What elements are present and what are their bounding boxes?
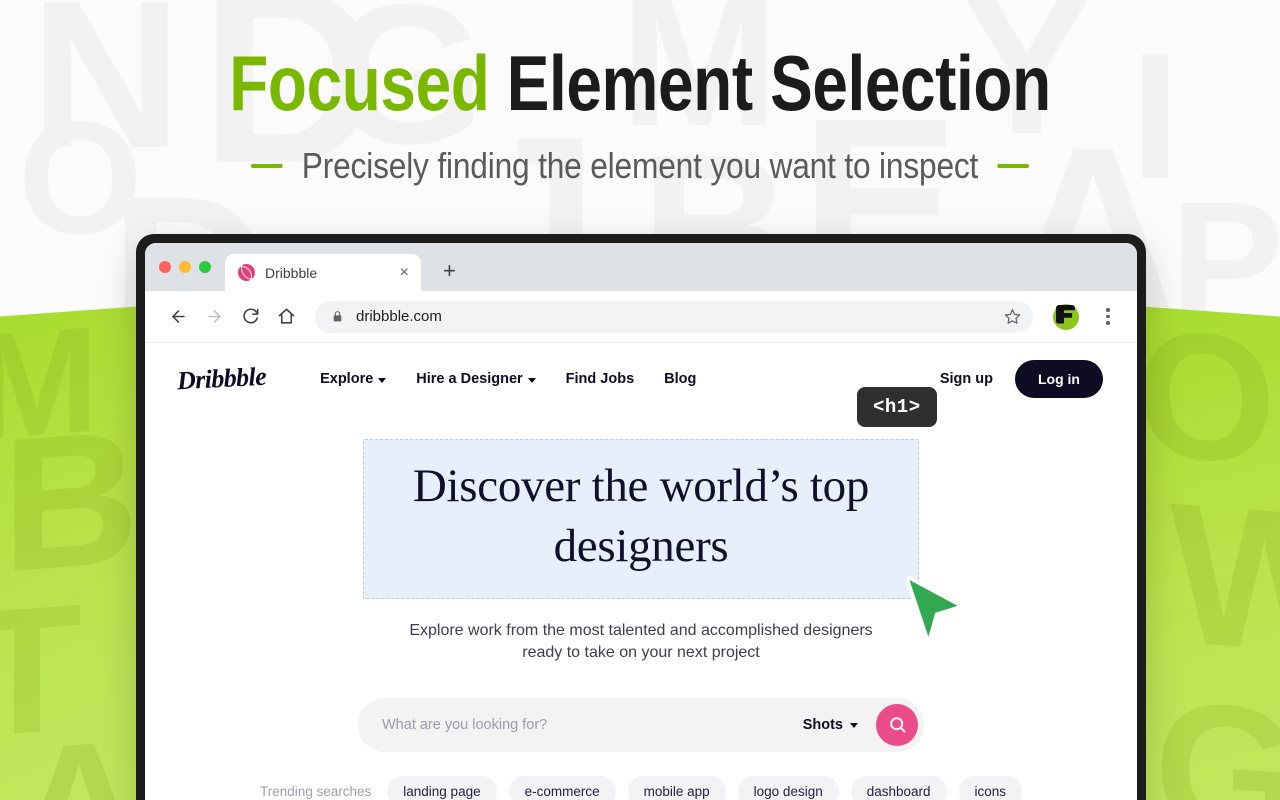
selected-element-highlight[interactable]: Discover the world’s top designers [363,439,962,641]
kebab-menu-icon[interactable] [1095,302,1121,332]
site-search-bar[interactable]: What are you looking for? Shots [358,697,924,752]
green-panel-right: O W G [1136,292,1280,800]
trending-chip[interactable]: icons [958,775,1023,800]
promo-subtitle: Precisely finding the element you want t… [301,145,979,186]
nav-label: Hire a Designer [416,371,523,387]
chevron-down-icon [378,377,387,383]
inspector-tag-badge: <h1> [857,387,937,427]
nav-item-blog[interactable]: Blog [664,371,696,387]
maximize-window-button[interactable] [199,261,211,273]
trending-chip[interactable]: mobile app [627,775,726,800]
star-icon[interactable] [1004,308,1021,325]
forward-arrow-icon[interactable] [199,302,229,332]
window-controls[interactable] [159,243,225,291]
search-submit-button[interactable] [876,703,918,746]
close-window-button[interactable] [159,261,171,273]
tab-title: Dribbble [265,264,318,281]
dribbble-ball-icon [238,264,255,281]
promo-subtitle-row: Precisely finding the element you want t… [77,145,1203,187]
minimize-window-button[interactable] [179,261,191,273]
search-input[interactable]: What are you looking for? [382,717,793,733]
panel-watermark: O [1136,291,1277,504]
new-tab-button[interactable]: + [443,260,456,282]
trending-chip[interactable]: e-commerce [508,775,616,800]
page-headline: Discover the world’s top designers [412,460,870,573]
lede-line-1: Explore work from the most talented and … [409,622,873,640]
site-nav-links: Explore Hire a Designer Find Jobs Blog [320,371,696,387]
trending-chip[interactable]: dashboard [850,775,947,800]
browser-window: Dribbble × + dribbble.com Dribbble Explo… [136,234,1146,800]
nav-item-find-jobs[interactable]: Find Jobs [566,371,634,387]
promo-screenshot: N O D D G J M B E Y A I P M M B T A O W … [0,0,1280,800]
address-bar[interactable]: dribbble.com [315,300,1033,333]
nav-label: Explore [320,371,374,387]
site-nav-actions: Sign up Log in [940,360,1103,398]
lock-icon [331,310,344,323]
dash-left-icon [250,164,283,168]
home-icon[interactable] [271,302,301,332]
search-icon [889,717,906,733]
panel-watermark: B [2,390,140,613]
nav-item-hire-a-designer[interactable]: Hire a Designer [416,371,536,387]
element-inspector-extension-icon[interactable] [1053,303,1079,330]
promo-header: Focused Element Selection Precisely find… [0,0,1280,187]
close-tab-icon[interactable]: × [400,264,409,281]
login-button[interactable]: Log in [1015,360,1103,398]
browser-tab[interactable]: Dribbble × [225,254,421,291]
trending-chip[interactable]: landing page [387,775,497,800]
trending-label: Trending searches [259,783,372,799]
search-filter-label: Shots [802,716,843,733]
trending-chip[interactable]: logo design [737,775,839,800]
back-arrow-icon[interactable] [163,302,193,332]
nav-item-explore[interactable]: Explore [320,371,387,387]
panel-watermark: W [1170,461,1280,699]
trending-searches: Trending searches landing page e-commerc… [145,775,1137,800]
signup-link[interactable]: Sign up [940,371,993,387]
promo-title: Focused Element Selection [115,38,1165,129]
lede-line-2: ready to take on your next project [522,643,760,661]
chevron-down-icon [850,723,858,728]
promo-title-rest: Element Selection [489,39,1051,127]
site-navbar: Dribbble Explore Hire a Designer Find Jo… [145,343,1137,415]
dribbble-page: Dribbble Explore Hire a Designer Find Jo… [145,343,1137,800]
dribbble-logo[interactable]: Dribbble [176,362,267,397]
chevron-down-icon [527,377,536,383]
panel-watermark: A [14,702,144,800]
url-text: dribbble.com [356,308,442,325]
panel-watermark: G [1154,661,1280,800]
reload-icon[interactable] [235,302,265,332]
site-hero: <h1> Discover the world’s top designers … [145,387,1137,800]
search-filter-select[interactable]: Shots [803,717,858,733]
green-panel-left: M B T A [0,294,144,800]
browser-toolbar: dribbble.com [145,291,1137,343]
promo-title-accent: Focused [229,39,490,127]
page-lede: Explore work from the most talented and … [145,620,1137,663]
dash-right-icon [997,164,1030,168]
browser-tabstrip: Dribbble × + [145,243,1137,291]
